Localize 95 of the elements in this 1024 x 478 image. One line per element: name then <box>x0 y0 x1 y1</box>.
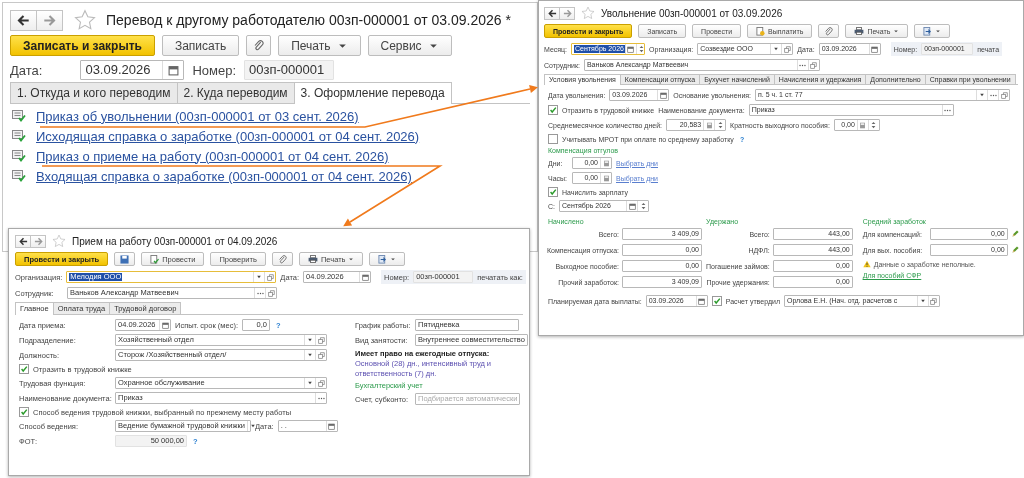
caret-icon[interactable] <box>348 256 355 262</box>
document-link[interactable]: Входящая справка о заработке (00зп-000001 от 04 сент. 2026) <box>36 168 412 184</box>
caret-icon[interactable] <box>935 28 942 34</box>
document-check-icon[interactable] <box>150 254 160 264</box>
tab[interactable]: 1. Откуда и кого переводим <box>10 82 178 103</box>
document-link[interactable]: Исходящая справка о заработке (00зп-000001 от 04 сент. 2026) <box>36 128 420 144</box>
window-icon[interactable] <box>317 351 325 359</box>
paperclip-icon[interactable] <box>277 254 287 264</box>
spin-arrows-icon[interactable] <box>640 202 646 210</box>
checkbox[interactable] <box>19 364 29 374</box>
tab[interactable]: 2. Куда переводим <box>176 82 295 103</box>
calendar-icon[interactable] <box>161 321 169 329</box>
caret-icon[interactable] <box>979 92 986 98</box>
actions-menu-button[interactable] <box>369 252 406 266</box>
attach-button[interactable] <box>818 24 840 38</box>
paperclip-icon[interactable] <box>824 26 834 36</box>
dots-icon[interactable] <box>799 63 807 67</box>
star-icon[interactable] <box>74 9 96 31</box>
caret-icon[interactable] <box>249 423 256 429</box>
checkbox[interactable] <box>548 187 558 197</box>
attach-button[interactable] <box>271 252 293 266</box>
save-button[interactable] <box>114 252 136 266</box>
window-icon[interactable] <box>810 61 818 69</box>
window-icon[interactable] <box>317 336 325 344</box>
checkbox[interactable] <box>19 407 29 417</box>
dots-icon[interactable] <box>256 291 264 295</box>
caret-icon[interactable] <box>307 380 313 386</box>
printer-icon[interactable] <box>854 27 865 35</box>
paperclip-icon[interactable] <box>253 40 265 51</box>
calendar-icon[interactable] <box>698 297 706 305</box>
dots-icon[interactable] <box>989 93 997 97</box>
document-check-icon <box>12 170 26 182</box>
document-check-icon <box>12 150 26 162</box>
pencil-icon[interactable] <box>1010 230 1019 238</box>
spin-arrows-icon[interactable] <box>717 121 723 129</box>
spin-arrows-icon[interactable] <box>871 121 877 129</box>
window-icon[interactable] <box>317 379 325 387</box>
window-icon[interactable] <box>266 273 274 281</box>
right-arrow-icon[interactable] <box>43 13 56 27</box>
menu-button[interactable]: Печать <box>278 35 361 56</box>
caret-icon[interactable] <box>307 352 313 358</box>
calculator-icon[interactable] <box>705 121 713 129</box>
document-icon[interactable] <box>756 26 766 36</box>
window-icon[interactable] <box>267 289 275 297</box>
caret-icon[interactable] <box>307 337 313 343</box>
calculator-icon[interactable] <box>602 159 610 167</box>
actions-menu-button[interactable] <box>914 24 951 38</box>
window-title: Прием на работу 00зп-000001 от 04.09.2026 <box>72 235 278 247</box>
calendar-icon[interactable] <box>627 45 635 53</box>
caret-icon[interactable] <box>256 274 263 280</box>
window-title: Перевод к другому работодателю 00зп-000001 от 03.09.2026 * <box>106 12 511 28</box>
document-link[interactable]: Приказ о приеме на работу (00зп-000001 от 04 сент. 2026) <box>36 148 389 164</box>
window-icon[interactable] <box>930 297 938 305</box>
caret-icon[interactable] <box>893 28 900 34</box>
calendar-icon[interactable] <box>628 202 636 210</box>
menu-button[interactable]: Сервис <box>367 35 452 56</box>
field-label: Дата: <box>10 62 43 78</box>
attach-button[interactable] <box>246 35 272 56</box>
dots-icon[interactable] <box>944 108 952 112</box>
left-arrow-icon[interactable] <box>17 13 30 27</box>
spin-arrows-icon[interactable] <box>639 45 645 53</box>
caret-icon[interactable] <box>390 256 397 262</box>
back-button[interactable] <box>10 9 37 31</box>
field-label: Номер: <box>192 62 237 78</box>
calendar-icon[interactable] <box>361 273 369 281</box>
window-icon[interactable] <box>783 45 791 53</box>
calendar-icon[interactable] <box>659 91 667 99</box>
document-check-icon <box>12 130 26 142</box>
tab[interactable]: 3. Оформление перевода <box>293 82 452 104</box>
calendar-icon[interactable] <box>328 422 336 430</box>
checkbox[interactable] <box>711 296 722 306</box>
calendar-icon[interactable] <box>871 45 879 53</box>
caret-icon[interactable] <box>919 298 926 304</box>
number-field[interactable]: 00зп-000001 <box>244 60 335 80</box>
window-title: Увольнение 00зп-000001 от 03.09.2026 <box>601 7 783 19</box>
toolbar-button[interactable]: Записать <box>161 35 240 56</box>
window-icon[interactable] <box>1000 91 1008 99</box>
caret-icon[interactable] <box>773 46 780 52</box>
document-check-icon <box>12 110 26 122</box>
star-icon[interactable] <box>581 6 595 20</box>
star-icon[interactable] <box>52 234 66 248</box>
document-arrow-icon[interactable] <box>923 26 933 36</box>
calculator-icon[interactable] <box>859 121 867 129</box>
checkbox[interactable] <box>548 105 558 115</box>
document-link[interactable]: Приказ об увольнении (00зп-000001 от 03 сент. 2026) <box>36 108 359 124</box>
checkbox[interactable] <box>548 134 558 144</box>
printer-icon[interactable] <box>307 255 318 263</box>
calculator-icon[interactable] <box>602 174 610 182</box>
warning-icon <box>862 260 871 268</box>
dots-icon[interactable] <box>317 396 325 400</box>
document-arrow-icon[interactable] <box>378 254 388 264</box>
calendar-icon[interactable] <box>167 64 179 76</box>
pencil-icon[interactable] <box>1010 246 1019 254</box>
primary-button[interactable]: Записать и закрыть <box>10 35 155 56</box>
date-field[interactable]: 03.09.2026 <box>80 60 185 80</box>
